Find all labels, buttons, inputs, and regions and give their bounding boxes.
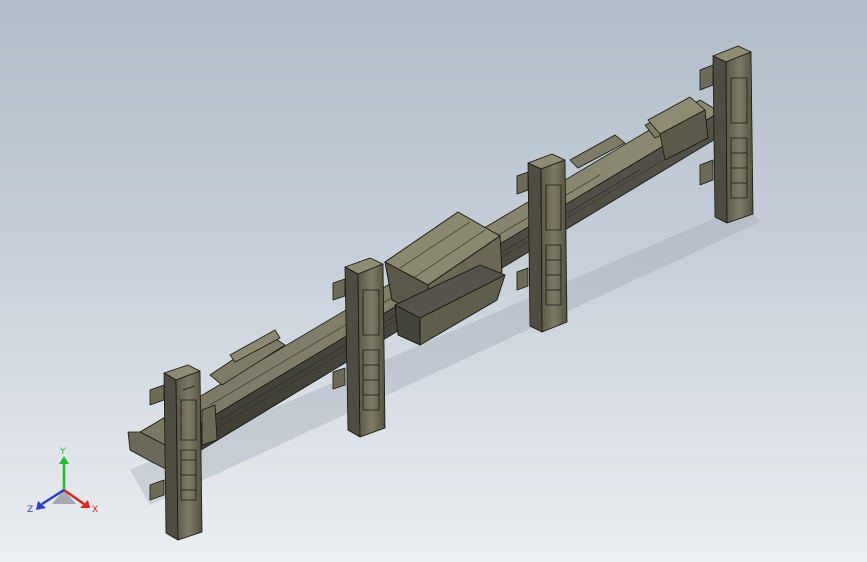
graphics-viewport[interactable]: Y X Z — [0, 0, 867, 562]
x-axis-label: X — [92, 505, 98, 515]
z-axis-label: Z — [27, 505, 33, 515]
y-axis-label: Y — [59, 447, 66, 457]
y-axis-arrow-icon — [59, 456, 69, 490]
3d-model-view[interactable] — [0, 0, 867, 562]
orientation-triad[interactable]: Y X Z — [22, 446, 106, 526]
